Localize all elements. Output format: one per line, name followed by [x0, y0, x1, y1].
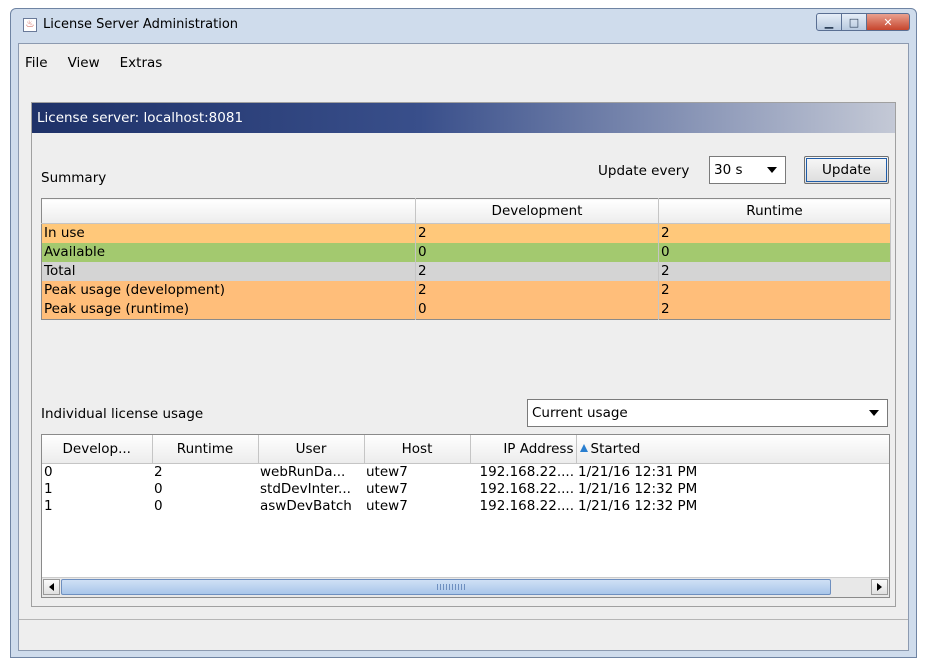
title-bar[interactable]: ♨ License Server Administration ▁ □ ✕ — [11, 9, 916, 43]
summary-label: Summary — [41, 170, 107, 186]
server-panel: License server: localhost:8081 Summary U… — [31, 102, 896, 607]
maximize-icon: □ — [848, 15, 860, 29]
usage-cell-development: 1 — [44, 481, 53, 497]
usage-col-development[interactable]: Develop... — [42, 435, 153, 464]
summary-row[interactable]: Available 0 0 — [41, 243, 891, 262]
menu-extras[interactable]: Extras — [120, 55, 163, 71]
summary-cell-development: 2 — [415, 262, 659, 281]
summary-cell-runtime: 2 — [658, 281, 891, 300]
summary-row[interactable]: In use 2 2 — [41, 223, 891, 243]
summary-cell-development: 0 — [415, 243, 659, 262]
chevron-down-icon — [869, 410, 879, 416]
usage-cell-development: 1 — [44, 498, 53, 514]
maximize-button[interactable]: □ — [841, 13, 867, 31]
window-title: License Server Administration — [43, 17, 239, 32]
update-interval-value: 30 s — [714, 162, 743, 178]
java-app-icon[interactable]: ♨ — [23, 18, 37, 32]
summary-cell-label: Peak usage (development) — [41, 281, 416, 300]
close-icon: ✕ — [883, 15, 893, 29]
summary-cell-development: 2 — [415, 281, 659, 300]
usage-table: Develop... Runtime User Host IP Address … — [42, 435, 889, 516]
minimize-icon: ▁ — [824, 15, 834, 29]
scroll-thumb[interactable] — [61, 579, 831, 595]
menu-view[interactable]: View — [68, 55, 100, 71]
individual-usage-label: Individual license usage — [41, 406, 204, 422]
server-header: License server: localhost:8081 — [32, 103, 895, 133]
summary-cell-label: Peak usage (runtime) — [41, 300, 416, 320]
usage-cell-development: 0 — [44, 464, 53, 480]
usage-cell-host: utew7 — [366, 464, 408, 480]
usage-row[interactable]: 1 0 aswDevBatch utew7 192.168.22.... 1/21/16 … — [42, 498, 889, 515]
status-bar — [19, 619, 908, 650]
usage-cell-user: aswDevBatch — [260, 498, 352, 514]
summary-cell-runtime: 0 — [658, 243, 891, 262]
usage-cell-host: utew7 — [366, 498, 408, 514]
summary-cell-runtime: 2 — [658, 223, 891, 243]
summary-cell-label: In use — [41, 223, 416, 243]
summary-cell-label: Available — [41, 243, 416, 262]
usage-row[interactable]: 1 0 stdDevInter... utew7 192.168.22.... 1/21/… — [42, 481, 889, 498]
sort-ascending-icon — [579, 444, 588, 452]
usage-rows: 0 2 webRunDa... utew7 192.168.22.... 1/21/16 … — [42, 464, 889, 516]
update-button[interactable]: Update — [804, 156, 889, 184]
summary-table: Development Runtime In use 2 2 Available 0 0 T… — [41, 198, 891, 320]
usage-cell-started: 1/21/16 12:32 PM — [578, 498, 698, 514]
usage-cell-runtime: 2 — [154, 464, 163, 480]
usage-cell-ip: 192.168.22.... — [479, 481, 574, 497]
update-every-label: Update every — [598, 163, 690, 179]
usage-view-value: Current usage — [532, 405, 628, 421]
close-button[interactable]: ✕ — [866, 13, 910, 31]
summary-cell-label: Total — [41, 262, 416, 281]
summary-row[interactable]: Peak usage (development) 2 2 — [41, 281, 891, 300]
usage-cell-host: utew7 — [366, 481, 408, 497]
arrow-left-icon — [49, 583, 54, 591]
usage-col-ip[interactable]: IP Address — [470, 435, 577, 464]
grip-icon — [437, 584, 467, 590]
usage-row[interactable]: 0 2 webRunDa... utew7 192.168.22.... 1/21/16 … — [42, 464, 889, 482]
usage-cell-started: 1/21/16 12:31 PM — [578, 464, 698, 480]
usage-header-row: Develop... Runtime User Host IP Address … — [42, 435, 889, 464]
update-interval-select[interactable]: 30 s — [709, 156, 786, 184]
client-area: File View Extras License server: localho… — [18, 43, 909, 651]
summary-col-development[interactable]: Development — [415, 198, 659, 224]
summary-cell-runtime: 2 — [658, 300, 891, 320]
summary-cell-development: 0 — [415, 300, 659, 320]
usage-col-started-label: Started — [590, 441, 641, 457]
scroll-right-button[interactable] — [871, 579, 888, 595]
scroll-left-button[interactable] — [43, 579, 60, 595]
usage-cell-user: webRunDa... — [260, 464, 346, 480]
summary-cell-development: 2 — [415, 223, 659, 243]
usage-table-viewport[interactable]: Develop... Runtime User Host IP Address … — [41, 434, 890, 598]
usage-cell-user: stdDevInter... — [260, 481, 351, 497]
chevron-down-icon — [767, 167, 777, 173]
usage-cell-runtime: 0 — [154, 481, 163, 497]
summary-cell-runtime: 2 — [658, 262, 891, 281]
window-controls: ▁ □ ✕ — [816, 13, 910, 31]
usage-cell-ip: 192.168.22.... — [479, 464, 574, 480]
usage-cell-ip: 192.168.22.... — [479, 498, 574, 514]
summary-row[interactable]: Total 2 2 — [41, 262, 891, 281]
minimize-button[interactable]: ▁ — [816, 13, 842, 31]
usage-col-user[interactable]: User — [258, 435, 365, 464]
usage-col-host[interactable]: Host — [364, 435, 471, 464]
arrow-right-icon — [877, 583, 882, 591]
usage-col-runtime[interactable]: Runtime — [152, 435, 259, 464]
summary-col-runtime[interactable]: Runtime — [658, 198, 891, 224]
horizontal-scrollbar[interactable] — [42, 577, 889, 597]
usage-cell-started: 1/21/16 12:32 PM — [578, 481, 698, 497]
summary-header-row: Development Runtime — [41, 198, 891, 224]
summary-col-label[interactable] — [41, 198, 416, 224]
usage-cell-runtime: 0 — [154, 498, 163, 514]
menu-bar: File View Extras — [19, 44, 908, 82]
app-window: ♨ License Server Administration ▁ □ ✕ Fi… — [10, 8, 917, 658]
usage-col-started[interactable]: Started — [576, 435, 889, 464]
summary-rows: In use 2 2 Available 0 0 Total 2 2 Peak usage (de… — [41, 223, 891, 320]
menu-file[interactable]: File — [25, 55, 48, 71]
summary-row[interactable]: Peak usage (runtime) 0 2 — [41, 300, 891, 320]
usage-view-select[interactable]: Current usage — [527, 399, 888, 427]
